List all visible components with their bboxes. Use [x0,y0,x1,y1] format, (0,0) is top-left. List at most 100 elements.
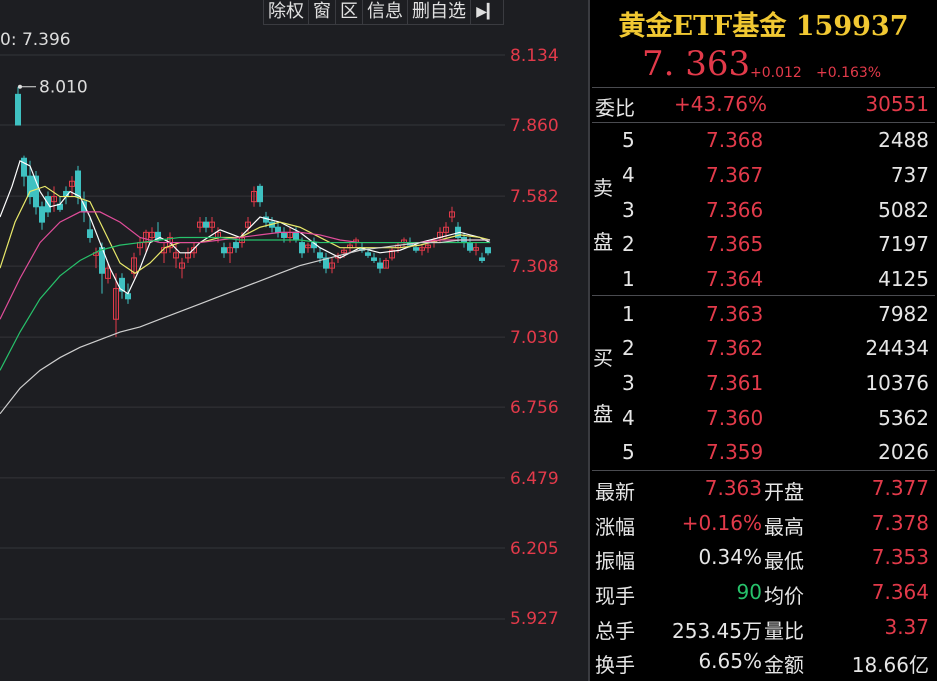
candle-body [234,243,239,248]
kline-chart[interactable]: 8.010 除权 窗 区 信息 删自选 ▶▎ 0: 7.396 8.134 7.… [0,0,590,681]
stat-label: 换手 [595,649,635,678]
ask-level: 5 [622,128,635,152]
stat-label: 涨幅 [595,511,635,540]
y-tick-label: 5.927 [510,609,559,629]
change-amount: +0.012 [750,65,802,81]
candle-body [28,176,33,196]
ask-price: 7.365 [706,232,763,256]
info-button[interactable]: 信息 [362,0,407,25]
ask-volume: 5082 [878,198,929,222]
ask-row[interactable]: 3 7.366 5082 [590,194,937,228]
stat-value: 7.363 [705,476,762,500]
candle-body [300,243,305,253]
stat-value: 7.378 [872,511,929,535]
bid-volume: 10376 [865,371,929,395]
candle-body [204,222,209,227]
exright-button[interactable]: 除权 [263,0,308,25]
stat-label: 最新 [595,476,635,505]
weibi-label: 委比 [595,92,635,121]
stat-label: 金额 [764,649,804,678]
stat-value: +0.16% [682,511,762,535]
high-marker-label: 8.010 [39,78,88,98]
candle-body [468,243,473,251]
divider [592,122,935,123]
bid-row[interactable]: 4 7.360 5362 [590,402,937,436]
ask-row[interactable]: 2 7.365 7197 [590,228,937,262]
candle-body [16,94,21,125]
remove-watchlist-button[interactable]: 删自选 [407,0,470,25]
stat-value: 3.37 [884,615,929,639]
candle-body [222,248,227,253]
stat-value: 90 [737,580,762,604]
stat-label: 总手 [595,615,635,644]
stats-row: 振幅 0.34% 最低 7.353 [590,541,937,575]
bid-level: 3 [622,371,635,395]
range-button[interactable]: 区 [335,0,362,25]
candle-body [294,232,299,240]
candle-body [276,227,281,232]
divider [592,470,935,471]
chart-toolbar: 除权 窗 区 信息 删自选 ▶▎ [263,0,504,24]
bid-row[interactable]: 5 7.359 2026 [590,436,937,470]
bid-volume: 5362 [878,406,929,430]
candle-body [88,230,93,238]
bid-level: 5 [622,440,635,464]
y-tick-label: 6.756 [510,398,559,418]
candle-body [414,248,419,251]
collapse-arrow-icon[interactable]: ▶▎ [470,0,504,25]
bid-price: 7.359 [706,440,763,464]
ask-level: 2 [622,232,635,256]
bid-row[interactable]: 1 7.363 7982 [590,298,937,332]
candle-body [366,253,371,256]
stat-label: 最低 [764,545,804,574]
candle-body [378,263,383,268]
y-tick-label: 7.582 [510,187,559,207]
stat-value: 0.34% [698,545,762,569]
y-tick-label: 7.308 [510,257,559,277]
divider [592,295,935,296]
stat-value: 6.65% [698,649,762,673]
stats-row: 现手 90 均价 7.364 [590,576,937,610]
candle-body [480,258,485,261]
ask-row[interactable]: 1 7.364 4125 [590,263,937,297]
ask-volume: 4125 [878,267,929,291]
ask-row[interactable]: 5 7.368 2488 [590,124,937,158]
ask-price: 7.366 [706,198,763,222]
bid-row[interactable]: 2 7.362 24434 [590,332,937,366]
y-tick-label: 6.479 [510,469,559,489]
candle-body [40,207,45,222]
y-tick-label: 7.860 [510,116,559,136]
ask-price: 7.368 [706,128,763,152]
kline-svg[interactable]: 8.010 [0,0,590,681]
bid-level: 2 [622,336,635,360]
y-tick-label: 7.030 [510,328,559,348]
candle-body [76,171,81,197]
ma-readout: 0: 7.396 [0,30,71,50]
ask-level: 3 [622,198,635,222]
stat-value: 7.364 [872,580,929,604]
weibi-volume: 30551 [865,92,929,116]
bid-volume: 2026 [878,440,929,464]
ask-row[interactable]: 4 7.367 737 [590,159,937,193]
ask-volume: 7197 [878,232,929,256]
candle-body [126,294,131,299]
stat-label: 量比 [764,615,804,644]
bid-volume: 7982 [878,302,929,326]
ask-price: 7.364 [706,267,763,291]
bid-price: 7.360 [706,406,763,430]
candle-body [372,258,377,261]
bid-row[interactable]: 3 7.361 10376 [590,367,937,401]
change-percent: +0.163% [816,65,881,81]
quote-panel: 黄金ETF基金 159937 7. 363 +0.012 +0.163% 委比 … [590,0,937,681]
bid-price: 7.361 [706,371,763,395]
y-tick-label: 8.134 [510,46,559,66]
ask-price: 7.367 [706,163,763,187]
window-button[interactable]: 窗 [308,0,335,25]
stat-value: 7.377 [872,476,929,500]
bid-level: 4 [622,406,635,430]
stat-value: 7.353 [872,545,929,569]
bid-volume: 24434 [865,336,929,360]
bid-level: 1 [622,302,635,326]
stats-row: 涨幅 +0.16% 最高 7.378 [590,507,937,541]
bid-price: 7.363 [706,302,763,326]
